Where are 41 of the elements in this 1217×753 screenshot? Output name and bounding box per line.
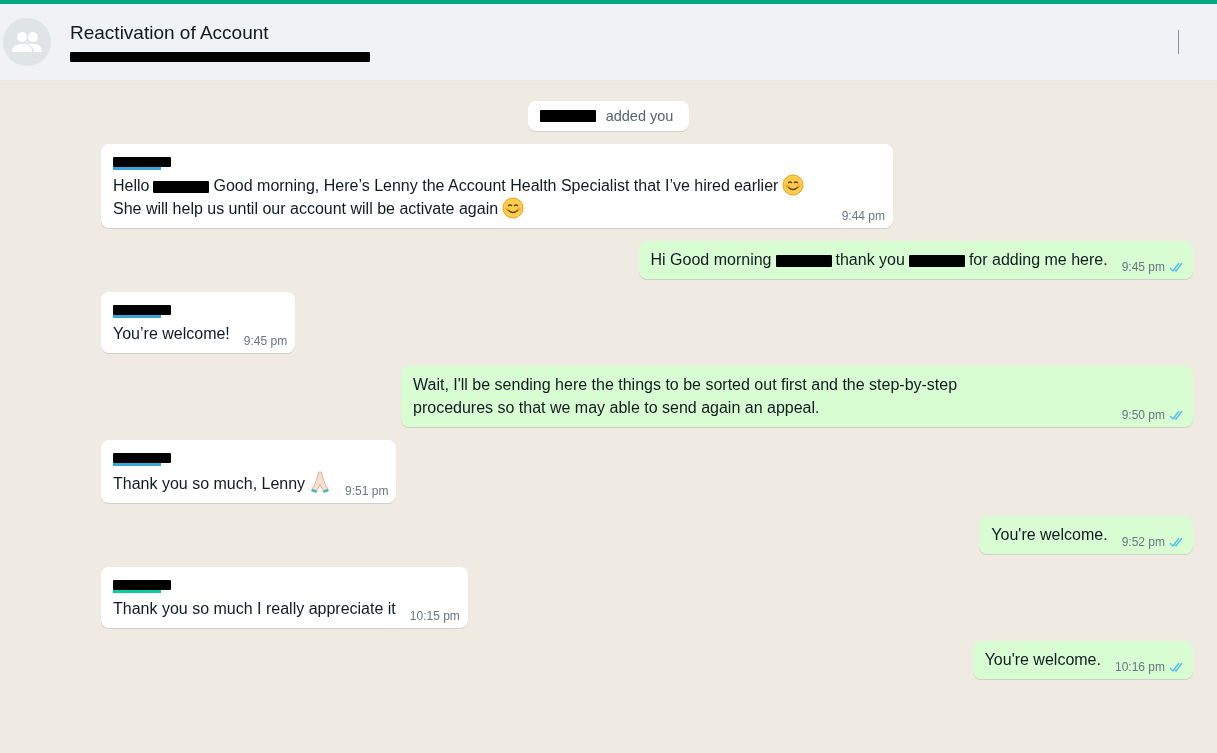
message-text: earlier [733, 176, 779, 196]
smiley-emoji-icon [782, 174, 805, 196]
redaction-bar [153, 180, 210, 193]
sender-name-redacted [113, 453, 171, 466]
sender-name-redacted [113, 157, 171, 170]
praying-hands-emoji-icon [309, 470, 332, 494]
message-text: Good morning, Here’s Lenny the Account Health Specialist that I’ve hired [213, 176, 730, 196]
message-text: for adding me here. [968, 250, 1108, 270]
double-check-icon [1169, 410, 1185, 421]
message-text: Hi Good morning [650, 250, 772, 270]
message-text: procedures so that we may able to send again an appeal. [413, 398, 820, 418]
message-text: She will help us until our account will be activate again [113, 199, 499, 219]
double-check-icon [1169, 537, 1185, 548]
message-text: Wait, I'll be sending here the things to be sorted out first and the step-by-step [413, 375, 958, 395]
redaction-bar [539, 110, 596, 122]
message-time: 9:45 pm [243, 334, 288, 349]
message-time: 9:52 pm [1121, 535, 1165, 550]
message-time: 9:51 pm [345, 484, 389, 499]
message-text: added you [605, 108, 674, 124]
message-time: 9:50 pm [1121, 408, 1165, 423]
message-time: 9:44 pm [841, 209, 885, 224]
message-text: You're welcome. [984, 650, 1101, 670]
group-icon [12, 31, 42, 53]
redaction-bar [775, 254, 832, 267]
message-time: 10:16 pm [1114, 660, 1165, 675]
message-time: 10:15 pm [409, 609, 460, 624]
message-text: You're welcome. [991, 525, 1108, 545]
redaction-bar [908, 254, 965, 267]
message-text: Thank you so much I really appreciate it [113, 599, 396, 619]
sender-name-redacted [113, 580, 171, 593]
chat-title: Reactivation of Account [70, 22, 270, 44]
message-text: Thank you so much, Lenny [113, 474, 306, 494]
message-text: Hello [113, 176, 150, 196]
double-check-icon [1169, 262, 1185, 273]
sender-name-redacted [113, 305, 171, 318]
smiley-emoji-icon [502, 197, 525, 219]
message-time: 9:45 pm [1121, 260, 1165, 275]
message-text: You’re welcome! [113, 324, 230, 344]
double-check-icon [1169, 662, 1185, 673]
group-avatar[interactable] [3, 18, 51, 66]
message-text: thank you [835, 250, 905, 270]
